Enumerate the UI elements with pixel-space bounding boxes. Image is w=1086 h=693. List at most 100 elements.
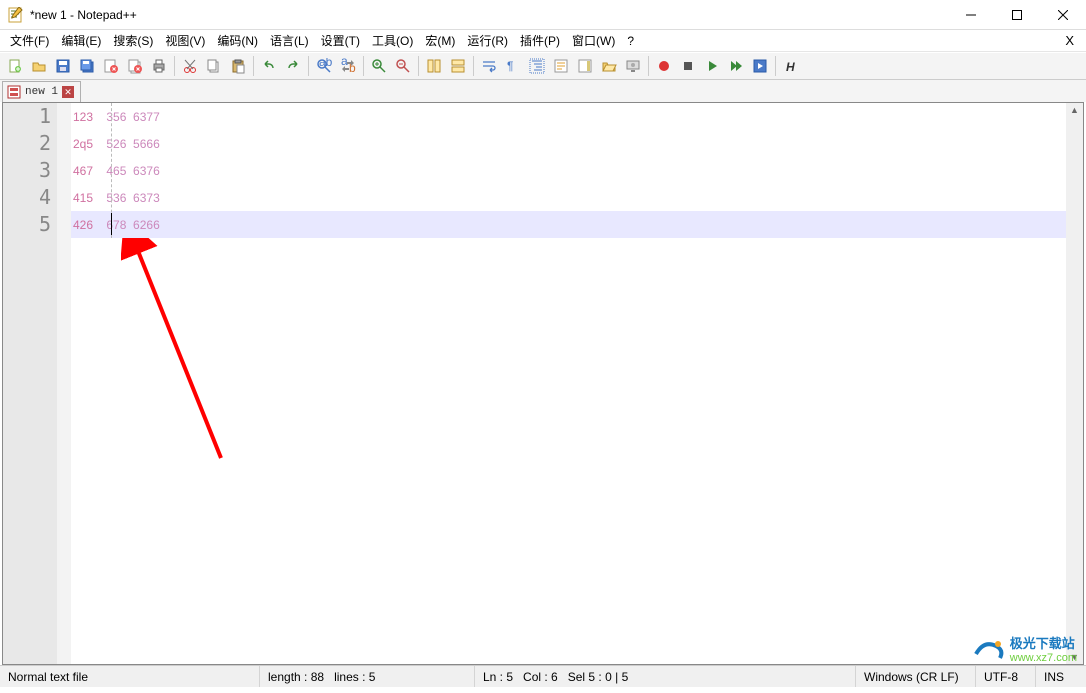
- sync-v-icon[interactable]: [423, 55, 445, 77]
- indent-guide-icon[interactable]: [526, 55, 548, 77]
- vertical-scrollbar[interactable]: ▲ ▼: [1066, 103, 1083, 664]
- menu-encoding[interactable]: 编码(N): [211, 30, 264, 51]
- toolbar-separator: [363, 56, 364, 76]
- toolbar-separator: [308, 56, 309, 76]
- code-text: 2q5: [73, 137, 93, 151]
- menu-macro[interactable]: 宏(M): [419, 30, 461, 51]
- status-filetype: Normal text file: [0, 666, 260, 687]
- all-chars-icon[interactable]: ¶: [502, 55, 524, 77]
- close-all-icon[interactable]: [124, 55, 146, 77]
- tab-bar: new 1 ✕: [0, 80, 1086, 102]
- code-text: 536 6373: [93, 191, 160, 205]
- wordwrap-icon[interactable]: [478, 55, 500, 77]
- play-multi-icon[interactable]: [725, 55, 747, 77]
- maximize-button[interactable]: [994, 0, 1040, 29]
- menu-close-x[interactable]: X: [1053, 33, 1086, 48]
- paste-icon[interactable]: [227, 55, 249, 77]
- line-number-gutter[interactable]: 12345: [3, 103, 57, 664]
- code-area[interactable]: 123 356 63772q5 526 5666467 465 6376415 …: [71, 103, 1083, 664]
- code-line[interactable]: 2q5 526 5666: [71, 130, 1083, 157]
- code-line[interactable]: 123 356 6377: [71, 103, 1083, 130]
- play-macro-icon[interactable]: [701, 55, 723, 77]
- stop-macro-icon[interactable]: [677, 55, 699, 77]
- status-eol: Windows (CR LF): [856, 666, 976, 687]
- status-length: length : 88: [268, 670, 324, 684]
- margin-strip: [57, 103, 71, 664]
- menu-language[interactable]: 语言(L): [264, 30, 315, 51]
- line-number[interactable]: 5: [3, 211, 51, 238]
- close-window-button[interactable]: [1040, 0, 1086, 29]
- tab-close-icon[interactable]: ✕: [62, 86, 74, 98]
- find-icon[interactable]: ab: [313, 55, 335, 77]
- undo-icon[interactable]: [258, 55, 280, 77]
- code-text: 678 6266: [93, 218, 160, 232]
- editor-pane: 12345 123 356 63772q5 526 5666467 465 63…: [2, 102, 1084, 665]
- code-text: 356 6377: [93, 110, 160, 124]
- toolbar-separator: [174, 56, 175, 76]
- scroll-down-icon[interactable]: ▼: [1070, 650, 1079, 664]
- code-text: 526 5666: [93, 137, 160, 151]
- menu-edit[interactable]: 编辑(E): [55, 30, 107, 51]
- toolbar-separator: [473, 56, 474, 76]
- status-length-lines: length : 88 lines : 5: [260, 666, 475, 687]
- save-all-icon[interactable]: [76, 55, 98, 77]
- code-line[interactable]: 426 678 6266: [71, 211, 1083, 238]
- save-icon[interactable]: [52, 55, 74, 77]
- window-controls: [948, 0, 1086, 29]
- zoom-out-icon[interactable]: [392, 55, 414, 77]
- status-ins: INS: [1036, 666, 1086, 687]
- app-icon: [8, 7, 24, 23]
- toolbar-separator: [253, 56, 254, 76]
- window-title: *new 1 - Notepad++: [30, 8, 948, 22]
- menu-file[interactable]: 文件(F): [4, 30, 55, 51]
- menu-view[interactable]: 视图(V): [159, 30, 211, 51]
- status-sel: Sel 5 : 0 | 5: [568, 670, 629, 684]
- line-number[interactable]: 4: [3, 184, 51, 211]
- zoom-in-icon[interactable]: [368, 55, 390, 77]
- line-number[interactable]: 2: [3, 130, 51, 157]
- replace-icon[interactable]: ab: [337, 55, 359, 77]
- scroll-up-icon[interactable]: ▲: [1070, 103, 1079, 117]
- svg-text:H: H: [786, 60, 795, 74]
- code-line[interactable]: 467 465 6376: [71, 157, 1083, 184]
- monitor-icon[interactable]: [622, 55, 644, 77]
- sync-h-icon[interactable]: [447, 55, 469, 77]
- toolbar-separator: [418, 56, 419, 76]
- menu-bar: 文件(F) 编辑(E) 搜索(S) 视图(V) 编码(N) 语言(L) 设置(T…: [0, 30, 1086, 52]
- menu-tools[interactable]: 工具(O): [366, 30, 419, 51]
- status-bar: Normal text file length : 88 lines : 5 L…: [0, 665, 1086, 687]
- status-col: Col : 6: [523, 670, 558, 684]
- bold-h-icon[interactable]: H: [780, 55, 802, 77]
- redo-icon[interactable]: [282, 55, 304, 77]
- status-encoding: UTF-8: [976, 666, 1036, 687]
- doc-map-icon[interactable]: [574, 55, 596, 77]
- code-text: 426: [73, 218, 93, 232]
- save-macro-icon[interactable]: [749, 55, 771, 77]
- toolbar-separator: [775, 56, 776, 76]
- title-bar: *new 1 - Notepad++: [0, 0, 1086, 30]
- menu-run[interactable]: 运行(R): [461, 30, 514, 51]
- menu-window[interactable]: 窗口(W): [566, 30, 621, 51]
- menu-help[interactable]: ?: [621, 32, 640, 50]
- minimize-button[interactable]: [948, 0, 994, 29]
- open-file-icon[interactable]: [28, 55, 50, 77]
- new-file-icon[interactable]: [4, 55, 26, 77]
- cut-icon[interactable]: [179, 55, 201, 77]
- folder-icon[interactable]: [598, 55, 620, 77]
- copy-icon[interactable]: [203, 55, 225, 77]
- menu-plugins[interactable]: 插件(P): [514, 30, 566, 51]
- line-number[interactable]: 1: [3, 103, 51, 130]
- menu-settings[interactable]: 设置(T): [315, 30, 366, 51]
- tab-new-1[interactable]: new 1 ✕: [3, 82, 80, 102]
- svg-text:¶: ¶: [507, 59, 513, 73]
- line-number[interactable]: 3: [3, 157, 51, 184]
- menu-search[interactable]: 搜索(S): [107, 30, 159, 51]
- print-icon[interactable]: [148, 55, 170, 77]
- text-caret: [111, 213, 112, 235]
- close-icon[interactable]: [100, 55, 122, 77]
- toolbar-separator: [648, 56, 649, 76]
- code-line[interactable]: 415 536 6373: [71, 184, 1083, 211]
- record-macro-icon[interactable]: [653, 55, 675, 77]
- language-icon[interactable]: [550, 55, 572, 77]
- code-text: 467: [73, 164, 93, 178]
